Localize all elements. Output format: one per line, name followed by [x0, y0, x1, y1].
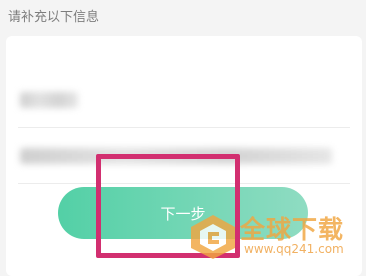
form-field-1[interactable] [6, 72, 362, 128]
watermark: 全球下载 www.qq241.com [186, 208, 366, 265]
watermark-text: 全球下载 [240, 215, 345, 244]
blurred-field-value [20, 92, 78, 108]
watermark-url: www.qq241.com [244, 242, 344, 256]
watermark-logo-icon [191, 215, 235, 259]
section-title: 请补充以下信息 [8, 10, 100, 25]
